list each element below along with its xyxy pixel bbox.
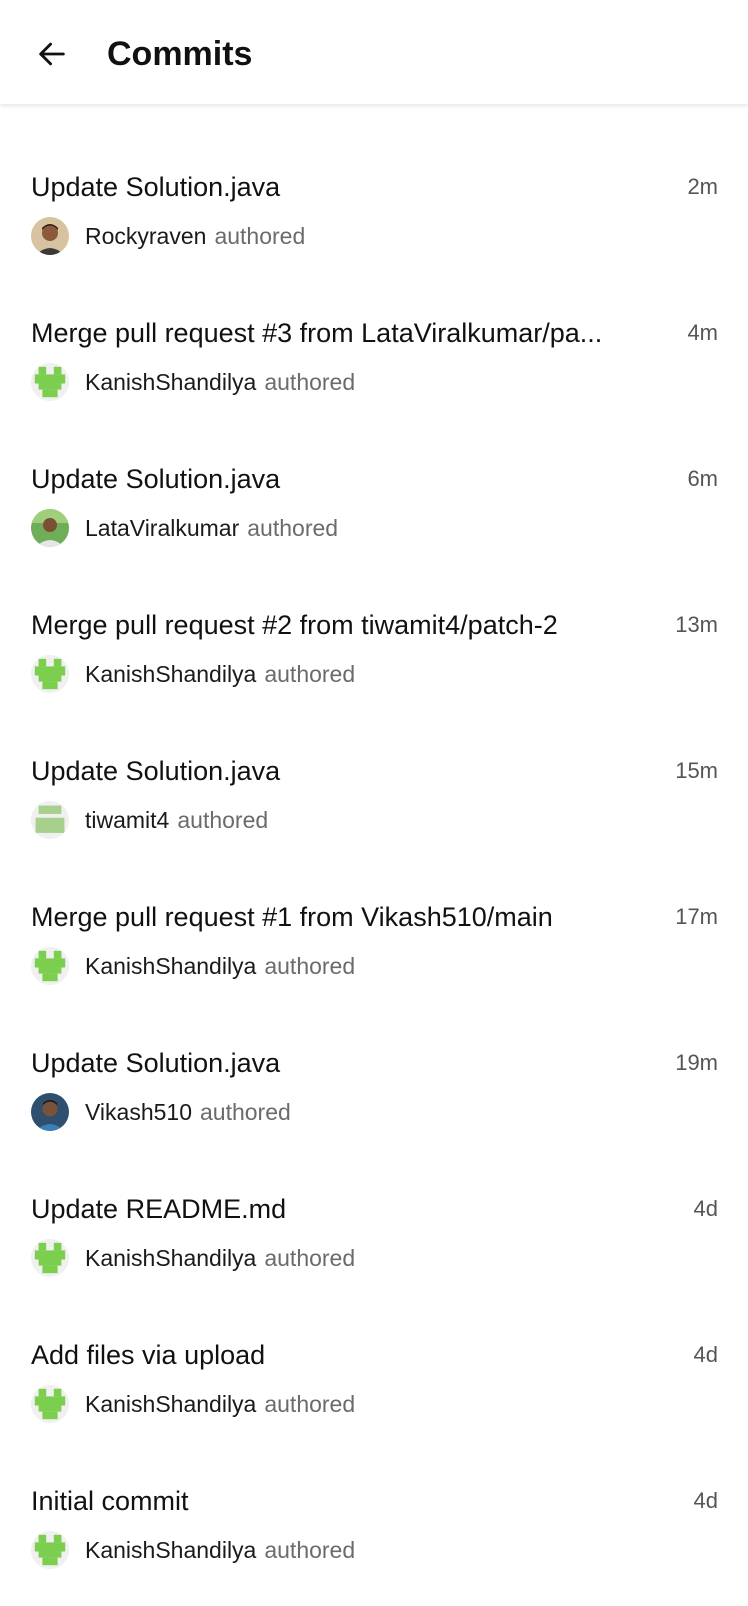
author-row: KanishShandilya authored: [31, 1238, 355, 1278]
back-button[interactable]: [30, 32, 74, 76]
commit-time: 2m: [687, 174, 718, 199]
app-bar: Commits: [0, 0, 748, 104]
author-name[interactable]: KanishShandilya: [85, 953, 256, 980]
commit-message: Add files via upload: [31, 1340, 266, 1370]
commit-item[interactable]: Merge pull request #2 from tiwamit4/patc…: [0, 584, 748, 730]
author-name[interactable]: KanishShandilya: [85, 1391, 256, 1418]
authored-label: authored: [200, 1098, 291, 1125]
authored-label: authored: [264, 1390, 356, 1417]
avatar[interactable]: [31, 655, 69, 693]
avatar[interactable]: [31, 217, 69, 255]
commit-time: 4d: [693, 1488, 718, 1513]
commit-message: Merge pull request #3 from LataViralkuma…: [31, 318, 603, 348]
commit-item[interactable]: Update Solution.java 15m tiwamit4 authored: [0, 730, 748, 876]
page-title: Commits: [107, 35, 253, 73]
commit-item[interactable]: Update README.md 4d KanishShandilya authore…: [0, 1168, 748, 1314]
commit-item[interactable]: Update Solution.java 2m Rockyraven authored: [0, 146, 748, 292]
author-row: tiwamit4 authored: [31, 800, 268, 840]
avatar[interactable]: [31, 363, 69, 401]
authored-label: authored: [177, 806, 269, 833]
authored-label: authored: [264, 660, 356, 687]
commit-item[interactable]: Update Solution.java 6m LataViralkumar auth…: [0, 438, 748, 584]
author-name[interactable]: KanishShandilya: [85, 661, 256, 688]
authored-label: authored: [214, 222, 306, 249]
authored-label: authored: [247, 514, 339, 541]
commit-item[interactable]: Add files via upload 4d KanishShandilya aut…: [0, 1314, 748, 1460]
commit-item[interactable]: Initial commit 4d KanishShandilya authored: [0, 1460, 748, 1606]
avatar[interactable]: [31, 1531, 69, 1569]
avatar[interactable]: [31, 947, 69, 985]
author-row: Rockyraven authored: [31, 216, 305, 256]
commit-message: Merge pull request #1 from Vikash510/mai…: [31, 902, 553, 932]
authored-label: authored: [264, 1536, 356, 1563]
author-name[interactable]: KanishShandilya: [85, 1537, 256, 1564]
avatar[interactable]: [31, 1385, 69, 1423]
author-row: KanishShandilya authored: [31, 1530, 355, 1570]
author-name[interactable]: Rockyraven: [85, 223, 206, 250]
author-name[interactable]: KanishShandilya: [85, 1245, 256, 1272]
author-name[interactable]: KanishShandilya: [85, 369, 256, 396]
author-name[interactable]: tiwamit4: [85, 807, 169, 834]
avatar[interactable]: [31, 801, 69, 839]
commit-list: Update Solution.java 2m Rockyraven authored…: [0, 146, 748, 1606]
avatar[interactable]: [31, 1093, 69, 1131]
commit-item[interactable]: Merge pull request #1 from Vikash510/mai…: [0, 876, 748, 1022]
author-row: KanishShandilya authored: [31, 362, 355, 402]
commit-message: Update Solution.java: [31, 172, 281, 202]
commit-item[interactable]: Merge pull request #3 from LataViralkuma…: [0, 292, 748, 438]
authored-label: authored: [264, 952, 356, 979]
commit-message: Update README.md: [31, 1194, 287, 1224]
commit-message: Merge pull request #2 from tiwamit4/patc…: [31, 610, 558, 640]
author-row: KanishShandilya authored: [31, 946, 355, 986]
commit-item[interactable]: Update Solution.java 19m Vikash510 authored: [0, 1022, 748, 1168]
commit-message: Update Solution.java: [31, 756, 281, 786]
avatar[interactable]: [31, 509, 69, 547]
commit-time: 4m: [687, 320, 718, 345]
commit-time: 13m: [675, 612, 718, 637]
commit-time: 15m: [675, 758, 718, 783]
commit-message: Update Solution.java: [31, 1048, 281, 1078]
avatar[interactable]: [31, 1239, 69, 1277]
commit-time: 4d: [693, 1342, 718, 1367]
commit-time: 19m: [675, 1050, 718, 1075]
authored-label: authored: [264, 1244, 356, 1271]
commit-time: 6m: [687, 466, 718, 491]
author-name[interactable]: LataViralkumar: [85, 515, 239, 542]
arrow-left-icon: [39, 42, 65, 66]
author-name[interactable]: Vikash510: [85, 1099, 192, 1126]
author-row: KanishShandilya authored: [31, 654, 355, 694]
author-row: Vikash510 authored: [31, 1092, 291, 1132]
authored-label: authored: [264, 368, 356, 395]
author-row: LataViralkumar authored: [31, 508, 338, 548]
author-row: KanishShandilya authored: [31, 1384, 355, 1424]
commit-message: Update Solution.java: [31, 464, 281, 494]
commit-time: 4d: [693, 1196, 718, 1221]
commit-time: 17m: [675, 904, 718, 929]
commit-message: Initial commit: [31, 1486, 189, 1516]
